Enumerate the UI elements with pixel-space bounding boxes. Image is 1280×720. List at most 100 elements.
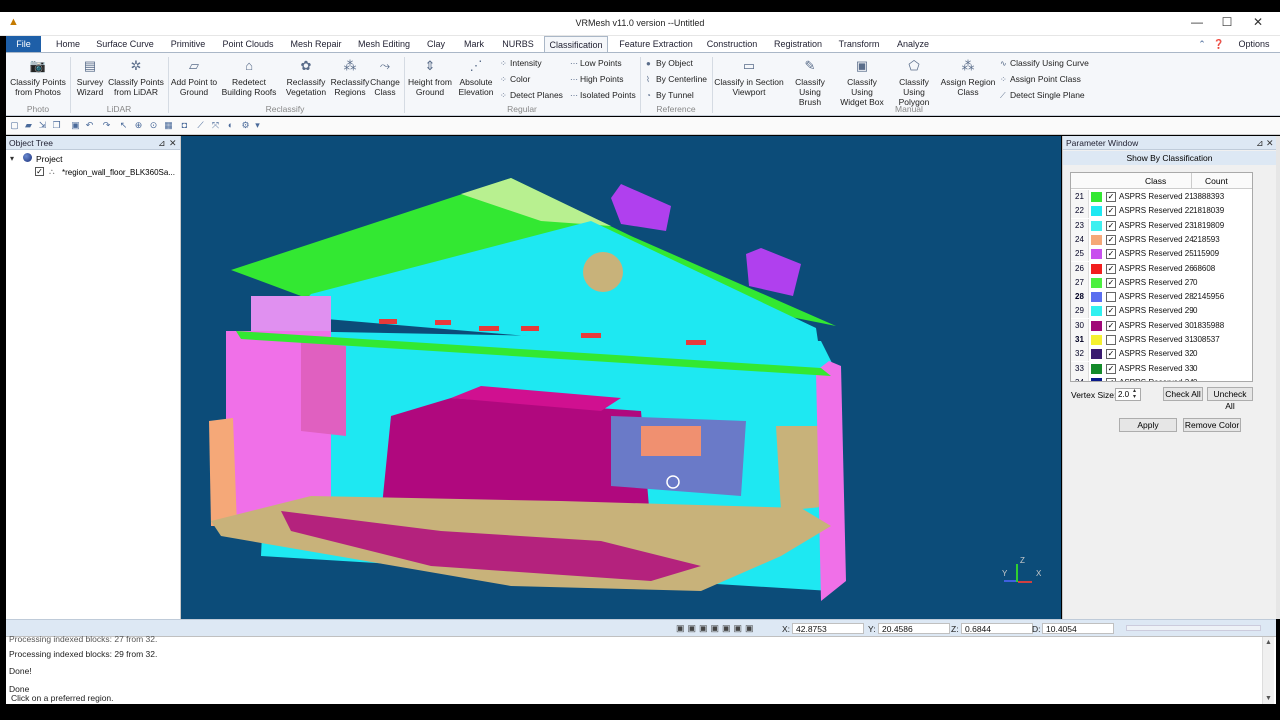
high-points-button[interactable]: ⋯ High Points <box>570 74 623 85</box>
import-icon[interactable]: ⇲ <box>37 120 48 131</box>
class-color-swatch[interactable] <box>1091 349 1102 360</box>
class-visibility-checkbox[interactable] <box>1106 335 1116 345</box>
select-cursor-icon[interactable]: ↖ <box>118 120 129 131</box>
transform-icon[interactable]: ⤧ <box>210 120 221 131</box>
options-button[interactable]: Options <box>1232 36 1276 52</box>
tab-construction[interactable]: Construction <box>704 36 760 52</box>
class-visibility-checkbox[interactable]: ✓ <box>1106 220 1116 231</box>
class-visibility-checkbox[interactable]: ✓ <box>1106 263 1116 274</box>
tab-feature-extraction[interactable]: Feature Extraction <box>616 36 696 52</box>
by-centerline-button[interactable]: ⌇ By Centerline <box>646 74 707 85</box>
table-row[interactable]: 26 ✓ ASPRS Reserved 26 68608 <box>1071 261 1252 276</box>
class-visibility-checkbox[interactable]: ✓ <box>1106 377 1116 381</box>
intensity-button[interactable]: ⁘ Intensity <box>500 58 542 69</box>
tab-nurbs[interactable]: NURBS <box>500 36 536 52</box>
classify-in-section-viewport-button[interactable]: ▭ Classify in Section Viewport <box>714 58 784 97</box>
detect-single-plane-button[interactable]: ⟋ Detect Single Plane <box>1000 90 1085 101</box>
measure-icon[interactable]: ⟋ <box>195 120 206 131</box>
reclassify-vegetation-button[interactable]: ✿ Reclassify Vegetation <box>282 58 330 97</box>
copy-icon[interactable]: ❐ <box>51 120 62 131</box>
tree-item-region-wall-floor[interactable]: *region_wall_floor_BLK360Sa... <box>62 168 175 177</box>
zoom-window-icon[interactable]: ⊕ <box>133 120 144 131</box>
table-row[interactable]: 21 ✓ ASPRS Reserved 21 3888393 <box>1071 190 1252 204</box>
column-header-class[interactable]: Class <box>1145 173 1166 189</box>
dropdown-arrow-icon[interactable]: ▾ <box>252 120 263 131</box>
height-from-ground-button[interactable]: ⇕ Height from Ground <box>406 58 454 97</box>
class-color-swatch[interactable] <box>1091 249 1102 260</box>
maximize-button[interactable]: ☐ <box>1215 14 1239 30</box>
class-color-swatch[interactable] <box>1091 234 1102 245</box>
table-row[interactable]: 34 ✓ASPRS Reserved 340 <box>1071 375 1252 381</box>
customize-toolbar-icon[interactable]: ⚙ <box>240 120 251 131</box>
class-color-swatch[interactable] <box>1091 320 1102 331</box>
class-visibility-checkbox[interactable]: ✓ <box>1106 249 1116 260</box>
tab-analyze[interactable]: Analyze <box>894 36 932 52</box>
display-mode-icon[interactable]: ◐ <box>225 120 236 131</box>
tab-registration[interactable]: Registration <box>770 36 826 52</box>
view-mode-icons[interactable]: ▣▣▣▣▣▣▣ <box>676 623 757 634</box>
tab-home[interactable]: Home <box>50 36 86 52</box>
table-row[interactable]: 30 ✓ ASPRS Reserved 30 1835988 <box>1071 318 1252 333</box>
tree-expand-icon[interactable]: ▾ <box>10 154 14 163</box>
class-visibility-checkbox[interactable]: ✓ <box>1106 349 1116 360</box>
absolute-elevation-button[interactable]: ⋰ Absolute Elevation <box>456 58 496 97</box>
tab-transform[interactable]: Transform <box>834 36 884 52</box>
table-row[interactable]: 31 ASPRS Reserved 31 308537 <box>1071 333 1252 347</box>
assign-region-class-button[interactable]: ⁂ Assign Region Class <box>940 58 996 97</box>
close-button[interactable]: ✕ <box>1246 14 1270 30</box>
class-visibility-checkbox[interactable]: ✓ <box>1106 206 1116 217</box>
console-scrollbar[interactable]: ▲ ▼ <box>1262 637 1274 705</box>
table-row[interactable]: 23 ✓ ASPRS Reserved 23 1819809 <box>1071 218 1252 233</box>
tab-mark[interactable]: Mark <box>460 36 488 52</box>
classify-using-curve-button[interactable]: ∿ Classify Using Curve <box>1000 58 1089 69</box>
class-color-swatch[interactable] <box>1091 363 1102 374</box>
class-color-swatch[interactable] <box>1091 377 1102 381</box>
classify-using-brush-button[interactable]: ✎ Classify Using Brush <box>784 58 836 107</box>
change-class-button[interactable]: ⤳ Change Class <box>370 58 400 97</box>
vertex-size-spinner[interactable]: 2.0 <box>1115 388 1141 401</box>
class-visibility-checkbox[interactable]: ✓ <box>1106 320 1116 331</box>
tab-primitive[interactable]: Primitive <box>166 36 210 52</box>
classify-using-polygon-button[interactable]: ⬠ Classify Using Polygon <box>888 58 940 107</box>
class-color-swatch[interactable] <box>1091 192 1102 202</box>
class-visibility-checkbox[interactable]: ✓ <box>1106 192 1116 202</box>
uncheck-all-button[interactable]: Uncheck All <box>1207 387 1253 411</box>
tree-item-project[interactable]: Project <box>36 154 62 164</box>
pane-close-icon[interactable]: ✕ <box>169 136 177 150</box>
remove-color-button[interactable]: Remove Color <box>1183 418 1241 432</box>
open-folder-icon[interactable]: ▰ <box>23 120 34 131</box>
class-color-swatch[interactable] <box>1091 292 1102 303</box>
class-color-swatch[interactable] <box>1091 306 1102 317</box>
classify-using-widget-box-button[interactable]: ▣ Classify Using Widget Box <box>836 58 888 107</box>
pane-close-icon[interactable]: ✕ <box>1266 136 1274 150</box>
redetect-building-roofs-button[interactable]: ⌂ Redetect Building Roofs <box>220 58 278 97</box>
table-row[interactable]: 28 ASPRS Reserved 28 2145956 <box>1071 290 1252 305</box>
save-icon[interactable]: ▣ <box>70 120 81 131</box>
isolated-points-button[interactable]: ⋯ Isolated Points <box>570 90 636 101</box>
low-points-button[interactable]: ⋯ Low Points <box>570 58 622 69</box>
color-button[interactable]: ⁘ Color <box>500 74 530 85</box>
class-color-swatch[interactable] <box>1091 220 1102 231</box>
scroll-up-icon[interactable]: ▲ <box>1265 639 1272 646</box>
new-file-icon[interactable]: ▢ <box>9 120 20 131</box>
table-row[interactable]: 25 ✓ ASPRS Reserved 25 115909 <box>1071 247 1252 262</box>
pin-icon[interactable]: ⊿ <box>158 136 166 150</box>
class-visibility-checkbox[interactable]: ✓ <box>1106 277 1116 288</box>
tab-surface-curve[interactable]: Surface Curve <box>94 36 156 52</box>
class-color-swatch[interactable] <box>1091 335 1102 345</box>
tab-point-clouds[interactable]: Point Clouds <box>220 36 276 52</box>
class-color-swatch[interactable] <box>1091 206 1102 217</box>
tab-mesh-repair[interactable]: Mesh Repair <box>288 36 344 52</box>
help-icon[interactable]: ❓ <box>1210 36 1228 52</box>
classify-points-from-lidar-button[interactable]: ✲ Classify Points from LiDAR <box>108 58 164 97</box>
add-point-to-ground-button[interactable]: ▱ Add Point to Ground <box>170 58 218 97</box>
point-cloud-render[interactable] <box>181 136 1061 619</box>
reclassify-regions-button[interactable]: ⁂ Reclassify Regions <box>330 58 370 97</box>
detect-planes-button[interactable]: ⁘ Detect Planes <box>500 90 563 101</box>
redo-icon[interactable]: ↷ <box>101 120 112 131</box>
3d-viewport[interactable]: Z X Y <box>181 136 1061 619</box>
camera-view-icon[interactable]: ◘ <box>179 120 190 131</box>
column-header-count[interactable]: Count <box>1205 173 1228 189</box>
tab-file[interactable]: File <box>6 36 41 52</box>
by-object-button[interactable]: ● By Object <box>646 58 693 69</box>
